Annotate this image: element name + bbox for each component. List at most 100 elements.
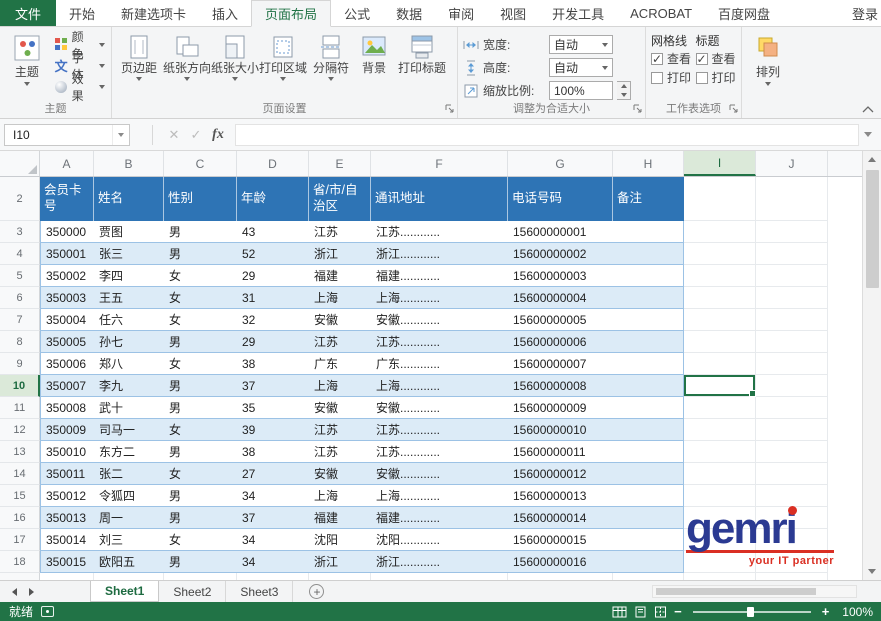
cell-member-id[interactable]: 350014 xyxy=(40,529,94,551)
cell-province[interactable]: 上海 xyxy=(309,375,371,397)
row-number[interactable]: 8 xyxy=(0,331,40,353)
cell-name[interactable]: 孙七 xyxy=(94,331,164,353)
cell-address[interactable]: 沈阳............ xyxy=(371,529,508,551)
cell-gender[interactable]: 男 xyxy=(164,375,237,397)
horizontal-scrollbar-thumb[interactable] xyxy=(656,588,816,595)
row-number[interactable]: 15 xyxy=(0,485,40,507)
column-header[interactable]: J xyxy=(756,151,828,176)
row-number[interactable]: 4 xyxy=(0,243,40,265)
row-number[interactable]: 18 xyxy=(0,551,40,573)
sheet-options-dialog-launcher-icon[interactable] xyxy=(728,103,740,115)
ribbon-tab[interactable]: ACROBAT xyxy=(617,0,705,26)
cell-name[interactable]: 东方二 xyxy=(94,441,164,463)
cell-age[interactable]: 37 xyxy=(237,507,309,529)
cell-province[interactable]: 安徽 xyxy=(309,397,371,419)
cell-outside[interactable] xyxy=(756,375,828,397)
cell-address[interactable]: 安徽............ xyxy=(371,397,508,419)
cell-outside[interactable] xyxy=(756,463,828,485)
cell-phone[interactable]: 15600000011 xyxy=(508,441,613,463)
cell-gender[interactable]: 男 xyxy=(164,221,237,243)
cell-age[interactable]: 29 xyxy=(237,265,309,287)
cell-outside[interactable] xyxy=(164,573,237,580)
cell-province[interactable]: 江苏 xyxy=(309,441,371,463)
ribbon-tab[interactable]: 公式 xyxy=(331,0,383,26)
cell-province[interactable]: 安徽 xyxy=(309,309,371,331)
scale-to-fit-dialog-launcher-icon[interactable] xyxy=(632,103,644,115)
cell-remark[interactable] xyxy=(613,485,684,507)
normal-view-icon[interactable] xyxy=(612,606,627,618)
page-break-view-icon[interactable] xyxy=(654,606,667,618)
column-header[interactable]: F xyxy=(371,151,508,176)
column-header[interactable]: G xyxy=(508,151,613,176)
cell-outside[interactable] xyxy=(756,265,828,287)
cell-outside[interactable] xyxy=(756,177,828,221)
cell-member-id[interactable]: 350009 xyxy=(40,419,94,441)
cell-gender[interactable]: 男 xyxy=(164,551,237,573)
cell-outside[interactable] xyxy=(684,331,756,353)
cell-age[interactable]: 34 xyxy=(237,485,309,507)
cell-address[interactable]: 福建............ xyxy=(371,507,508,529)
cell-province[interactable]: 浙江 xyxy=(309,243,371,265)
headings-print-checkbox[interactable] xyxy=(696,72,708,84)
column-header[interactable]: B xyxy=(94,151,164,176)
cell-member-id[interactable]: 350001 xyxy=(40,243,94,265)
cell-age[interactable]: 35 xyxy=(237,397,309,419)
cell-name[interactable]: 郑八 xyxy=(94,353,164,375)
cell-remark[interactable] xyxy=(613,507,684,529)
vertical-scrollbar-thumb[interactable] xyxy=(866,170,879,288)
header-phone[interactable]: 电话号码 xyxy=(508,177,613,221)
name-box-dropdown-icon[interactable] xyxy=(112,125,129,145)
cell-outside[interactable] xyxy=(684,353,756,375)
cell-address[interactable]: 上海............ xyxy=(371,375,508,397)
cell-gender[interactable]: 女 xyxy=(164,265,237,287)
row-number[interactable]: 14 xyxy=(0,463,40,485)
row-number[interactable]: 3 xyxy=(0,221,40,243)
print-area-button[interactable]: 打印区域 xyxy=(259,30,307,102)
cell-remark[interactable] xyxy=(613,265,684,287)
cell-name[interactable]: 贾图 xyxy=(94,221,164,243)
row-number[interactable]: 2 xyxy=(0,177,40,221)
cancel-icon[interactable]: ✕ xyxy=(163,124,185,146)
cell-age[interactable]: 38 xyxy=(237,441,309,463)
cell-outside[interactable] xyxy=(684,375,756,397)
horizontal-scrollbar[interactable] xyxy=(652,585,857,598)
cell-province[interactable]: 广东 xyxy=(309,353,371,375)
cell-member-id[interactable]: 350015 xyxy=(40,551,94,573)
row-number[interactable]: 16 xyxy=(0,507,40,529)
ribbon-tab[interactable]: 数据 xyxy=(383,0,435,26)
cell-outside[interactable] xyxy=(684,177,756,221)
cell-member-id[interactable]: 350000 xyxy=(40,221,94,243)
cell-province[interactable]: 沈阳 xyxy=(309,529,371,551)
row-number[interactable]: 9 xyxy=(0,353,40,375)
cell-member-id[interactable]: 350008 xyxy=(40,397,94,419)
row-number[interactable]: 7 xyxy=(0,309,40,331)
cell-member-id[interactable]: 350006 xyxy=(40,353,94,375)
cell-member-id[interactable]: 350004 xyxy=(40,309,94,331)
cell-remark[interactable] xyxy=(613,419,684,441)
cell-age[interactable]: 52 xyxy=(237,243,309,265)
column-header[interactable]: E xyxy=(309,151,371,176)
cell-outside[interactable] xyxy=(371,573,508,580)
cell-name[interactable]: 刘三 xyxy=(94,529,164,551)
cell-phone[interactable]: 15600000004 xyxy=(508,287,613,309)
ribbon-tab[interactable]: 开始 xyxy=(56,0,108,26)
login-button[interactable]: 登录 xyxy=(852,0,878,27)
cell-name[interactable]: 令狐四 xyxy=(94,485,164,507)
sheet-tab[interactable]: Sheet2 xyxy=(159,581,226,602)
scale-value-box[interactable]: 100% xyxy=(549,81,613,100)
cell-remark[interactable] xyxy=(613,375,684,397)
zoom-in-icon[interactable]: + xyxy=(822,605,830,618)
cell-remark[interactable] xyxy=(613,529,684,551)
cell-phone[interactable]: 15600000016 xyxy=(508,551,613,573)
cell-age[interactable]: 31 xyxy=(237,287,309,309)
breaks-button[interactable]: 分隔符 xyxy=(307,30,355,102)
cell-gender[interactable]: 男 xyxy=(164,485,237,507)
cell-phone[interactable]: 15600000001 xyxy=(508,221,613,243)
cell-outside[interactable] xyxy=(756,573,828,580)
cell-phone[interactable]: 15600000008 xyxy=(508,375,613,397)
cell-age[interactable]: 34 xyxy=(237,529,309,551)
gridlines-print-option[interactable]: 打印 xyxy=(651,68,694,87)
cell-name[interactable]: 武十 xyxy=(94,397,164,419)
cell-gender[interactable]: 男 xyxy=(164,397,237,419)
margins-button[interactable]: 页边距 xyxy=(115,30,163,102)
